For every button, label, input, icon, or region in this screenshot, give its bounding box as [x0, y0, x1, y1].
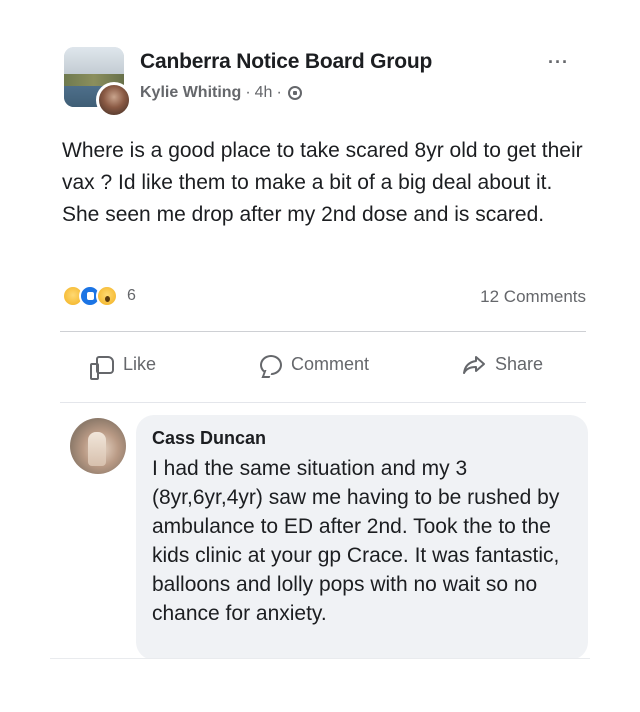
crop-edge — [136, 658, 588, 712]
author-avatar[interactable] — [96, 82, 132, 118]
globe-icon — [287, 86, 302, 100]
post-time[interactable]: 4h — [255, 84, 273, 102]
post-meta: Kylie Whiting · 4h · — [140, 84, 302, 102]
author-name[interactable]: Kylie Whiting — [140, 84, 241, 102]
like-icon — [90, 355, 114, 380]
commenter-name[interactable]: Cass Duncan — [152, 428, 266, 449]
meta-separator-2: · — [276, 84, 282, 101]
post-text: Where is a good place to take scared 8yr… — [62, 139, 583, 226]
commenter-avatar[interactable] — [70, 418, 126, 474]
divider — [50, 658, 590, 659]
more-icon[interactable]: ··· — [548, 52, 569, 73]
comment-icon — [260, 354, 282, 375]
comment-button[interactable]: Comment — [260, 354, 369, 375]
comments-count-link[interactable]: 12 Comments — [480, 287, 586, 307]
comment-label: Comment — [291, 354, 370, 374]
like-button[interactable]: Like — [90, 354, 157, 380]
share-label: Share — [495, 354, 544, 374]
meta-separator: · — [245, 84, 251, 101]
share-icon — [462, 355, 486, 375]
group-name[interactable]: Canberra Notice Board Group — [140, 50, 432, 74]
facebook-post: Canberra Notice Board Group Kylie Whitin… — [0, 0, 640, 712]
reactions-summary[interactable]: 6 — [62, 285, 136, 307]
divider — [60, 331, 586, 332]
wow-reaction-icon — [96, 285, 118, 307]
divider — [60, 402, 586, 403]
comment-text: I had the same situation and my 3 (8yr,6… — [152, 457, 560, 625]
reaction-count: 6 — [127, 287, 136, 304]
share-button[interactable]: Share — [462, 354, 543, 375]
like-label: Like — [123, 354, 157, 374]
